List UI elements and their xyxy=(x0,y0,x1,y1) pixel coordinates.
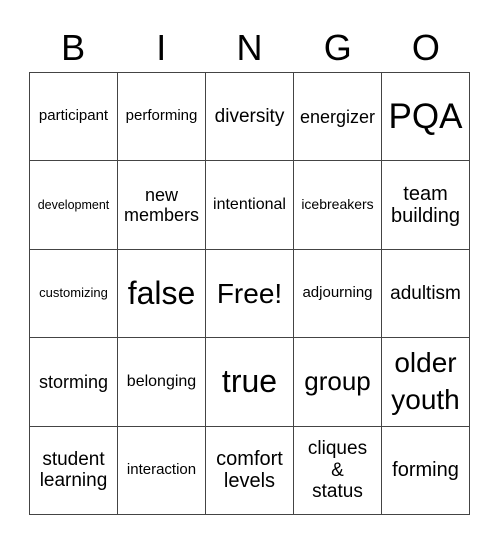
bingo-cell[interactable]: energizer xyxy=(293,71,382,162)
bingo-card: participant performing diversity energiz… xyxy=(29,71,470,515)
bingo-cell[interactable]: icebreakers xyxy=(293,160,382,250)
bingo-cell[interactable]: performing xyxy=(117,71,206,162)
bingo-row: storming belonging true group older yout… xyxy=(29,337,470,427)
header-letter-o: O xyxy=(411,27,440,68)
bingo-cell[interactable]: student learning xyxy=(29,425,118,515)
header-letter-n: N xyxy=(236,27,263,68)
bingo-header: B I N G O xyxy=(29,24,470,72)
bingo-cell[interactable]: development xyxy=(29,160,118,250)
bingo-cell[interactable]: older youth xyxy=(381,337,470,427)
bingo-cell[interactable]: customizing xyxy=(29,248,118,339)
bingo-cell[interactable]: comfort levels xyxy=(205,425,294,515)
bingo-cell[interactable]: team building xyxy=(381,160,470,250)
bingo-cell[interactable]: intentional xyxy=(205,160,294,250)
header-letter-g: G xyxy=(323,27,352,68)
header-letter-b: B xyxy=(61,27,86,68)
bingo-cell[interactable]: interaction xyxy=(117,425,206,515)
bingo-cell[interactable]: diversity xyxy=(205,71,294,162)
bingo-cell[interactable]: belonging xyxy=(117,337,206,427)
bingo-cell[interactable]: true xyxy=(205,337,294,427)
bingo-row: student learning interaction comfort lev… xyxy=(29,425,470,515)
bingo-cell[interactable]: group xyxy=(293,337,382,427)
bingo-cell[interactable]: new members xyxy=(117,160,206,250)
bingo-cell[interactable]: adultism xyxy=(381,248,470,339)
header-letter-i: I xyxy=(156,27,167,68)
bingo-cell[interactable]: adjourning xyxy=(293,248,382,339)
bingo-cell[interactable]: PQA xyxy=(381,71,470,162)
bingo-row: customizing false Free! adjourning adult… xyxy=(29,248,470,339)
bingo-cell[interactable]: cliques & status xyxy=(293,425,382,515)
free-space-cell[interactable]: Free! xyxy=(205,248,294,339)
bingo-cell[interactable]: forming xyxy=(381,425,470,515)
bingo-cell[interactable]: false xyxy=(117,248,206,339)
bingo-cell[interactable]: participant xyxy=(29,71,118,162)
bingo-cell[interactable]: storming xyxy=(29,337,118,427)
bingo-row: development new members intentional iceb… xyxy=(29,160,470,250)
bingo-row: participant performing diversity energiz… xyxy=(29,71,470,162)
